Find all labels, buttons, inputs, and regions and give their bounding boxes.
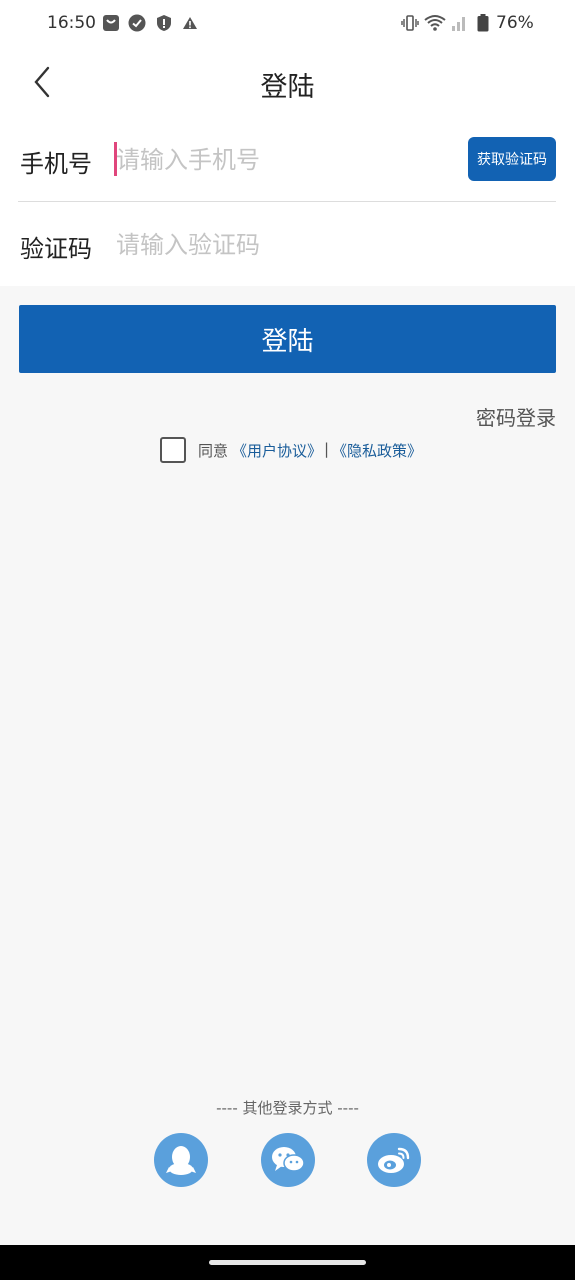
- battery-icon: [477, 14, 489, 32]
- weibo-login-button[interactable]: [367, 1133, 421, 1187]
- battery-percentage: 76%: [496, 13, 534, 33]
- divider: [18, 201, 556, 202]
- check-circle-icon: [128, 14, 146, 32]
- qq-icon: [166, 1146, 196, 1175]
- password-login-link[interactable]: 密码登录: [476, 402, 556, 431]
- code-label: 验证码: [20, 235, 92, 263]
- shield-alert-icon: [157, 15, 171, 31]
- login-form: 手机号 获取验证码 验证码: [0, 118, 575, 286]
- user-agreement-link[interactable]: 《用户协议》: [232, 440, 322, 461]
- page-title: 登陆: [260, 72, 315, 103]
- privacy-policy-link[interactable]: 《隐私政策》: [332, 440, 422, 461]
- warning-icon: [183, 17, 197, 29]
- phone-label: 手机号: [20, 150, 92, 178]
- weibo-icon: [378, 1147, 410, 1173]
- agreement-prefix: 同意: [198, 442, 229, 460]
- signal-icon: [452, 17, 465, 31]
- header: 登陆: [0, 48, 575, 118]
- vibrate-icon: [401, 15, 419, 31]
- agreement-separator: |: [324, 440, 330, 458]
- get-code-button[interactable]: 获取验证码: [468, 137, 556, 181]
- text-caret: [114, 142, 117, 176]
- wifi-icon: [424, 15, 446, 31]
- wechat-icon: [272, 1147, 305, 1172]
- agreement-checkbox[interactable]: [160, 437, 186, 463]
- home-indicator[interactable]: [209, 1260, 366, 1265]
- qq-login-button[interactable]: [154, 1133, 208, 1187]
- wechat-login-button[interactable]: [261, 1133, 315, 1187]
- navigation-bar: [0, 1245, 575, 1280]
- phone-input[interactable]: [116, 142, 446, 178]
- other-login-title: ---- 其他登录方式 ----: [216, 1099, 359, 1117]
- status-time: 16:50: [47, 13, 96, 33]
- status-bar: 16:50 76%: [0, 0, 575, 48]
- shopping-bag-icon: [103, 15, 119, 31]
- code-input[interactable]: [116, 227, 446, 263]
- login-button[interactable]: 登陆: [19, 305, 556, 373]
